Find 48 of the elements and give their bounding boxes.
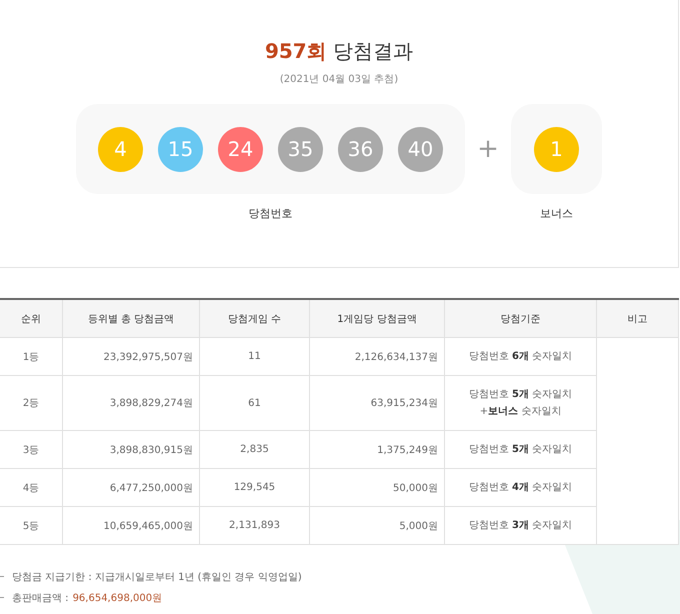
result-title: 당첨결과 (333, 39, 414, 63)
column-header: 등위별 총 당첨금액 (62, 299, 200, 338)
winners-cell: 11 (200, 338, 310, 376)
criteria-text: +보너스 숫자일치 (478, 405, 562, 419)
winners-cell: 2,131,893 (200, 506, 310, 544)
winners-cell: 61 (200, 376, 310, 430)
number-ball: 40 (398, 126, 443, 172)
prize-per-game-cell: 1,375,249원 (310, 430, 444, 468)
bonus-label: 보너스 (540, 206, 573, 221)
rank-cell: 2등 (0, 376, 62, 430)
number-ball: 36 (338, 126, 383, 172)
total-prize-cell: 23,392,975,507원 (62, 338, 200, 376)
total-prize-cell: 6,477,250,000원 (62, 468, 200, 506)
bonus-ball: 1 (534, 126, 579, 172)
rank-cell: 4등 (0, 468, 62, 506)
column-header: 1게임당 당첨금액 (310, 299, 444, 338)
criteria-text: 당첨번호 5개 숫자일치 (468, 443, 574, 457)
number-ball: 24 (218, 126, 263, 172)
criteria-text: 당첨번호 5개 숫자일치 (468, 388, 574, 402)
total-prize-cell: 3,898,830,915원 (62, 430, 200, 468)
round-number: 957회 (264, 39, 327, 63)
total-prize-cell: 3,898,829,274원 (62, 376, 200, 430)
total-prize-cell: 10,659,465,000원 (62, 506, 200, 544)
winners-cell: 129,545 (200, 468, 310, 506)
prize-per-game-cell: 63,915,234원 (310, 376, 444, 430)
column-header: 비고 (596, 299, 678, 338)
draw-date: (2021년 04월 03일 추첨) (280, 73, 398, 86)
prize-per-game-cell: 5,000원 (310, 506, 444, 544)
criteria-text: 당첨번호 4개 숫자일치 (468, 481, 574, 495)
prize-per-game-cell: 2,126,634,137원 (310, 338, 444, 376)
prize-per-game-cell: 50,000원 (310, 468, 444, 506)
number-ball: 15 (158, 126, 203, 172)
rank-cell: 3등 (0, 430, 62, 468)
note-value: 96,654,698,000원 (72, 592, 162, 604)
plus-sign: + (476, 133, 500, 166)
note-text: 당첨금 지급기한 : 지급개시일로부터 1년 (휴일인 경우 익영업일) (12, 570, 302, 584)
column-header: 순위 (0, 299, 62, 338)
number-ball: 4 (98, 126, 143, 172)
column-header: 당첨게임 수 (200, 299, 310, 338)
number-ball: 35 (278, 126, 323, 172)
numbers-label: 당첨번호 (248, 206, 292, 221)
winners-cell: 2,835 (200, 430, 310, 468)
note-text: 총판매금액 : (12, 592, 69, 604)
column-header: 당첨기준 (444, 299, 596, 338)
rank-cell: 1등 (0, 338, 62, 376)
rank-cell: 5등 (0, 506, 62, 544)
criteria-text: 당첨번호 6개 숫자일치 (468, 350, 574, 364)
criteria-text: 당첨번호 3개 숫자일치 (468, 519, 574, 533)
